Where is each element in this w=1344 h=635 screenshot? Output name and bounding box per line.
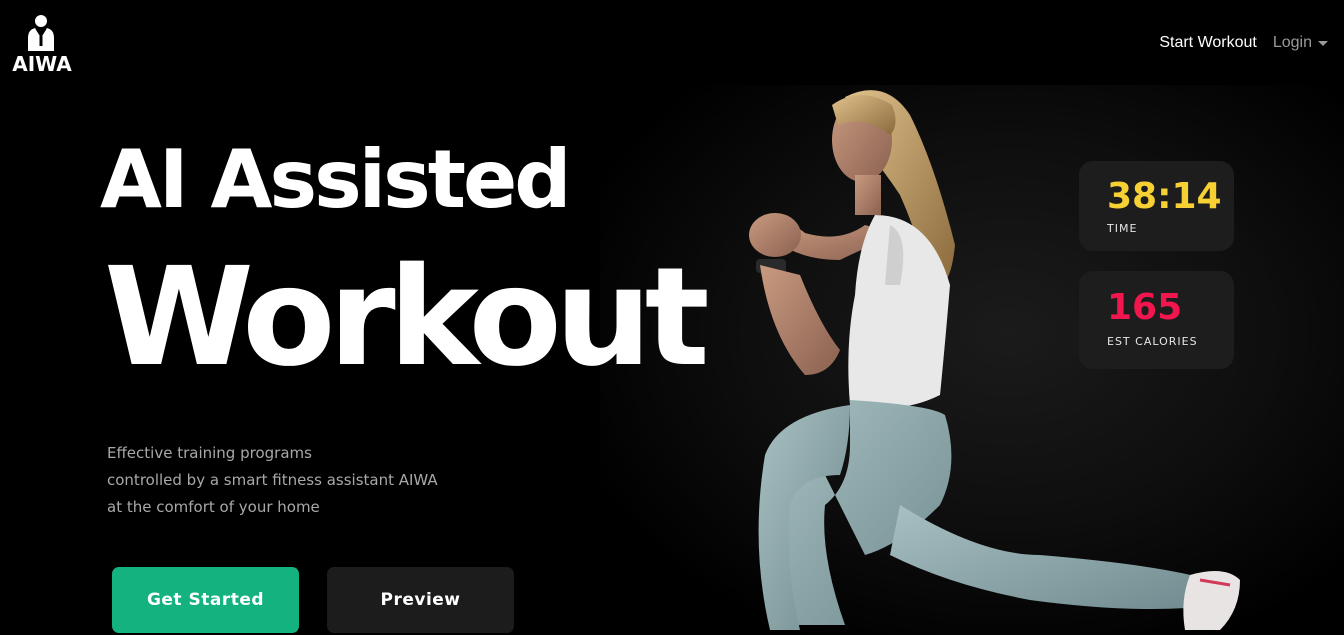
brand-logo[interactable]: AIWA — [10, 14, 74, 76]
chevron-down-icon — [1318, 41, 1328, 46]
calories-stat-card: 165 EST CALORIES — [1079, 271, 1234, 369]
calories-value: 165 — [1107, 287, 1183, 328]
time-label: TIME — [1107, 222, 1138, 235]
preview-button[interactable]: Preview — [327, 567, 514, 633]
start-workout-link[interactable]: Start Workout — [1159, 34, 1257, 52]
description-line: controlled by a smart fitness assistant … — [107, 471, 438, 489]
description-line: Effective training programs — [107, 444, 312, 462]
time-value: 38:14 — [1107, 176, 1222, 217]
calories-label: EST CALORIES — [1107, 335, 1198, 348]
login-dropdown[interactable]: Login — [1273, 34, 1328, 52]
brand-name: AIWA — [12, 52, 72, 76]
nav-links: Start Workout Login — [1159, 34, 1328, 52]
login-label: Login — [1272, 34, 1312, 51]
hero-title-line-1: AI Assisted — [100, 133, 571, 226]
get-started-button[interactable]: Get Started — [112, 567, 299, 633]
description-line: at the comfort of your home — [107, 498, 320, 516]
navbar: AIWA Start Workout Login — [0, 0, 1344, 85]
person-icon — [28, 15, 54, 51]
hero-description: Effective training programs controlled b… — [107, 440, 527, 521]
hero-title-line-2: Workout — [104, 239, 710, 397]
time-stat-card: 38:14 TIME — [1079, 161, 1234, 251]
